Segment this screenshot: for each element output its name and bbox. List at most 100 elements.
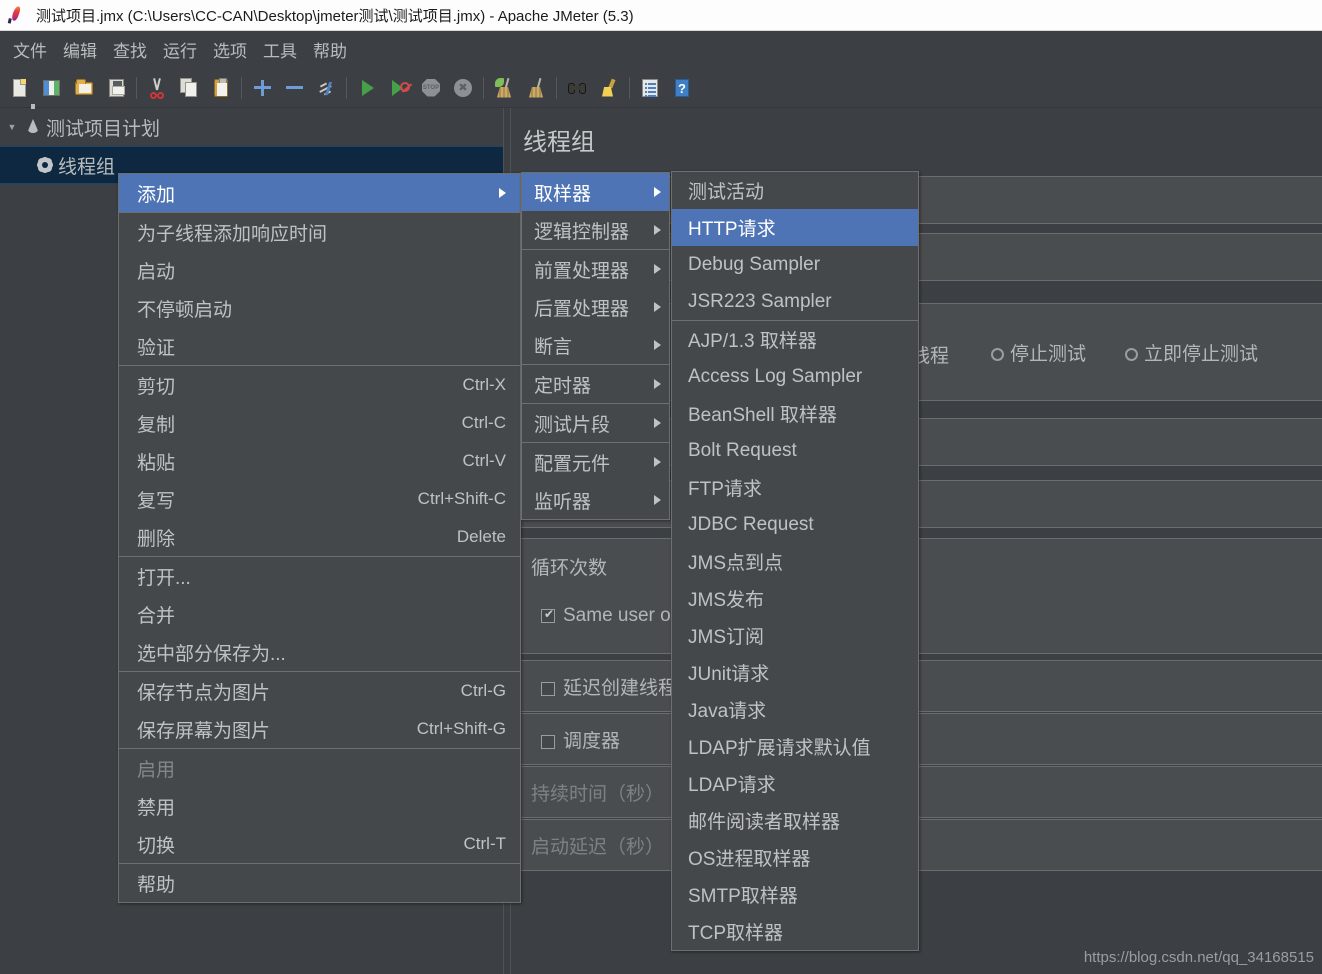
stop-test-radio[interactable]: 停止测试 bbox=[991, 339, 1086, 366]
submenu-item-logic-controller[interactable]: 逻辑控制器 bbox=[522, 211, 669, 249]
menu-item-open[interactable]: 打开... bbox=[119, 557, 520, 595]
sampler-item-debug-sampler[interactable]: Debug Sampler bbox=[672, 246, 918, 283]
menu-item-remove[interactable]: 删除 Delete bbox=[119, 518, 520, 556]
menu-item-add-think-times[interactable]: 为子线程添加响应时间 bbox=[119, 213, 520, 251]
menu-item-add[interactable]: 添加 bbox=[119, 174, 520, 212]
collapse-minus-icon[interactable] bbox=[278, 73, 310, 103]
sampler-item-smtp-sampler[interactable]: SMTP取样器 bbox=[672, 876, 918, 913]
menu-run[interactable]: 运行 bbox=[155, 34, 205, 65]
stop-test-now-radio[interactable]: 立即停止测试 bbox=[1125, 339, 1258, 366]
menu-item-save-selection-as[interactable]: 选中部分保存为... bbox=[119, 633, 520, 671]
sampler-submenu: 测试活动 HTTP请求 Debug Sampler JSR223 Sampler… bbox=[671, 171, 919, 951]
help-icon[interactable]: ? bbox=[666, 73, 698, 103]
sampler-item-java-request[interactable]: Java请求 bbox=[672, 691, 918, 728]
submenu-item-config-element[interactable]: 配置元件 bbox=[522, 443, 669, 481]
menu-tools[interactable]: 工具 bbox=[255, 34, 305, 65]
tree-node-label: 线程组 bbox=[58, 156, 116, 178]
menu-item-toggle[interactable]: 切换 Ctrl-T bbox=[119, 825, 520, 863]
shutdown-icon[interactable] bbox=[447, 73, 479, 103]
menu-item-copy[interactable]: 复制 Ctrl-C bbox=[119, 404, 520, 442]
sampler-item-jdbc-request[interactable]: JDBC Request bbox=[672, 506, 918, 543]
menu-item-label: 为子线程添加响应时间 bbox=[137, 223, 328, 245]
sampler-item-access-log-sampler[interactable]: Access Log Sampler bbox=[672, 358, 918, 395]
menu-item-label: OS进程取样器 bbox=[688, 849, 811, 870]
menu-item-cut[interactable]: 剪切 Ctrl-X bbox=[119, 366, 520, 404]
menu-item-validate[interactable]: 验证 bbox=[119, 327, 520, 365]
submenu-item-pre-processor[interactable]: 前置处理器 bbox=[522, 250, 669, 288]
menu-item-help[interactable]: 帮助 bbox=[119, 864, 520, 902]
menu-item-duplicate[interactable]: 复写 Ctrl+Shift-C bbox=[119, 480, 520, 518]
menu-item-save-screen-as-image[interactable]: 保存屏幕为图片 Ctrl+Shift-G bbox=[119, 710, 520, 748]
clear-all-broom-icon[interactable] bbox=[520, 73, 552, 103]
sampler-item-junit-request[interactable]: JUnit请求 bbox=[672, 654, 918, 691]
function-helper-icon[interactable] bbox=[634, 73, 666, 103]
menu-item-label: 配置元件 bbox=[534, 453, 611, 475]
toggle-bolt-icon[interactable] bbox=[310, 73, 342, 103]
start-no-pauses-icon[interactable] bbox=[383, 73, 415, 103]
submenu-item-assertion[interactable]: 断言 bbox=[522, 326, 669, 364]
submenu-item-post-processor[interactable]: 后置处理器 bbox=[522, 288, 669, 326]
sampler-item-mail-reader-sampler[interactable]: 邮件阅读者取样器 bbox=[672, 802, 918, 839]
clear-broom-icon[interactable] bbox=[488, 73, 520, 103]
menu-options[interactable]: 选项 bbox=[205, 34, 255, 65]
sampler-item-ldap-request[interactable]: LDAP请求 bbox=[672, 765, 918, 802]
menu-item-label: 删除 bbox=[137, 528, 176, 550]
sampler-item-beanshell-sampler[interactable]: BeanShell 取样器 bbox=[672, 395, 918, 432]
sampler-item-test-action[interactable]: 测试活动 bbox=[672, 172, 918, 209]
sampler-item-os-process-sampler[interactable]: OS进程取样器 bbox=[672, 839, 918, 876]
menu-item-save-node-as-image[interactable]: 保存节点为图片 Ctrl-G bbox=[119, 672, 520, 710]
sampler-item-http-request[interactable]: HTTP请求 bbox=[672, 209, 918, 246]
scheduler-checkbox[interactable]: 调度器 bbox=[541, 726, 620, 753]
submenu-item-listener[interactable]: 监听器 bbox=[522, 481, 669, 519]
menu-item-label: 禁用 bbox=[137, 797, 176, 819]
menu-bar: 文件 编辑 查找 运行 选项 工具 帮助 bbox=[0, 31, 1322, 68]
open-folder-icon[interactable] bbox=[68, 73, 100, 103]
menu-item-label: 定时器 bbox=[534, 375, 592, 397]
sampler-item-ftp-request[interactable]: FTP请求 bbox=[672, 469, 918, 506]
menu-item-label: 剪切 bbox=[137, 376, 176, 398]
submenu-item-sampler[interactable]: 取样器 bbox=[522, 173, 669, 211]
tree-node-test-plan[interactable]: ▼ 测试项目计划 bbox=[0, 104, 503, 146]
paste-clipboard-icon[interactable] bbox=[205, 73, 237, 103]
sampler-item-jms-publisher[interactable]: JMS发布 bbox=[672, 580, 918, 617]
submenu-arrow-icon bbox=[499, 188, 506, 198]
templates-icon[interactable] bbox=[36, 73, 68, 103]
submenu-item-test-fragment[interactable]: 测试片段 bbox=[522, 404, 669, 442]
startup-delay-label: 启动延迟（秒） bbox=[531, 837, 665, 858]
menu-edit[interactable]: 编辑 bbox=[55, 34, 105, 65]
menu-item-enable: 启用 bbox=[119, 749, 520, 787]
chevron-down-icon[interactable]: ▼ bbox=[4, 108, 20, 146]
copy-icon[interactable] bbox=[173, 73, 205, 103]
menu-item-label: 断言 bbox=[534, 336, 573, 358]
menu-item-label: 启动 bbox=[137, 261, 176, 283]
save-icon[interactable] bbox=[100, 73, 132, 103]
sampler-item-jsr223-sampler[interactable]: JSR223 Sampler bbox=[672, 283, 918, 320]
stop-icon[interactable]: STOP bbox=[415, 73, 447, 103]
new-file-icon[interactable] bbox=[4, 73, 36, 103]
start-play-icon[interactable] bbox=[351, 73, 383, 103]
menu-item-start-no-pauses[interactable]: 不停顿启动 bbox=[119, 289, 520, 327]
menu-item-paste[interactable]: 粘贴 Ctrl-V bbox=[119, 442, 520, 480]
sampler-item-jms-point-to-point[interactable]: JMS点到点 bbox=[672, 543, 918, 580]
watermark-text: https://blog.csdn.net/qq_34168515 bbox=[1083, 949, 1314, 966]
submenu-item-timer[interactable]: 定时器 bbox=[522, 365, 669, 403]
expand-plus-icon[interactable] bbox=[246, 73, 278, 103]
reset-search-brush-icon[interactable] bbox=[593, 73, 625, 103]
menu-file[interactable]: 文件 bbox=[5, 34, 55, 65]
menu-item-merge[interactable]: 合并 bbox=[119, 595, 520, 633]
submenu-arrow-icon bbox=[654, 340, 661, 350]
menu-item-disable[interactable]: 禁用 bbox=[119, 787, 520, 825]
sampler-item-tcp-sampler[interactable]: TCP取样器 bbox=[672, 913, 918, 950]
menu-item-start[interactable]: 启动 bbox=[119, 251, 520, 289]
sampler-item-ajp-sampler[interactable]: AJP/1.3 取样器 bbox=[672, 321, 918, 358]
menu-search[interactable]: 查找 bbox=[105, 34, 155, 65]
menu-help[interactable]: 帮助 bbox=[305, 34, 355, 65]
search-binoculars-icon[interactable] bbox=[561, 73, 593, 103]
sampler-item-jms-subscriber[interactable]: JMS订阅 bbox=[672, 617, 918, 654]
cut-scissors-icon[interactable] bbox=[141, 73, 173, 103]
sampler-item-bolt-request[interactable]: Bolt Request bbox=[672, 432, 918, 469]
toolbar-separator bbox=[342, 73, 351, 103]
sampler-item-ldap-ext-request-defaults[interactable]: LDAP扩展请求默认值 bbox=[672, 728, 918, 765]
